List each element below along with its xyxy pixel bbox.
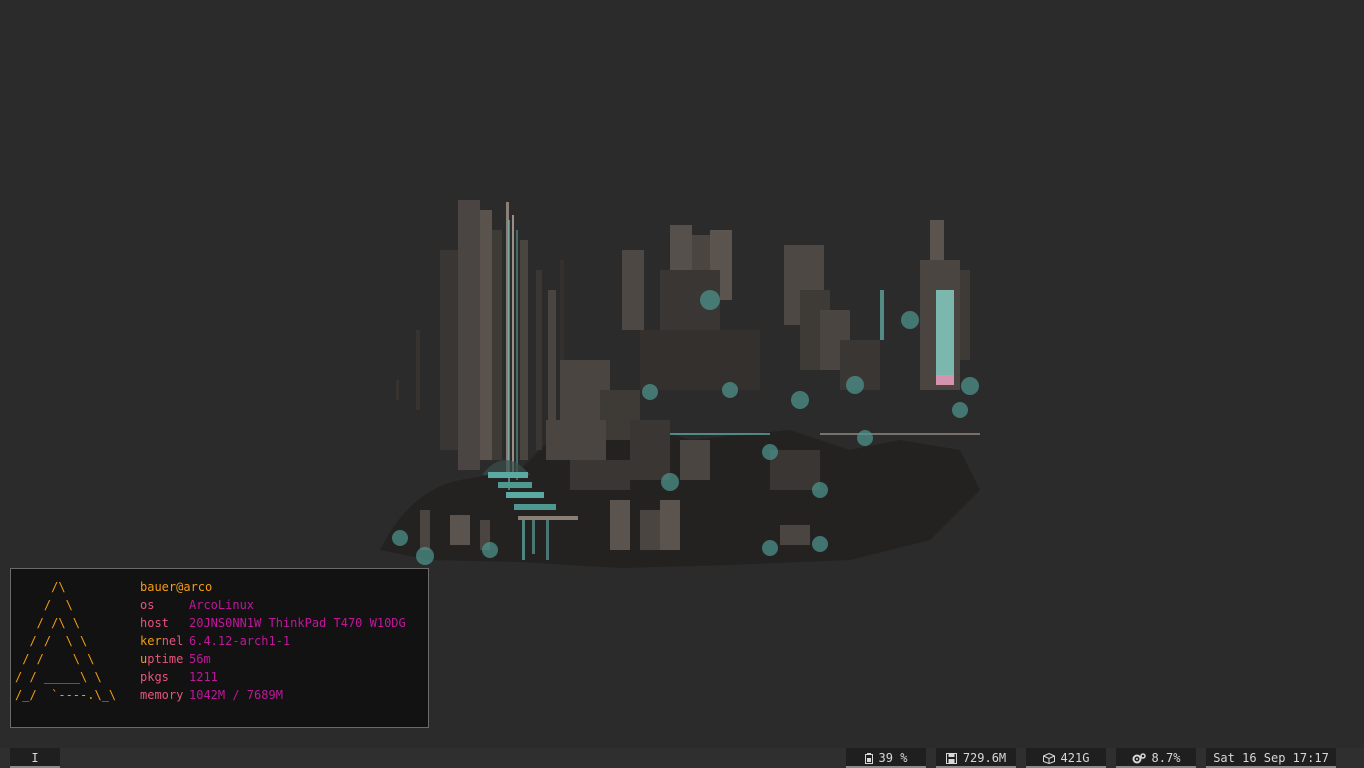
info-value: 56m: [189, 652, 211, 666]
gears-icon: [1132, 753, 1146, 764]
info-key: pkgs: [140, 670, 169, 684]
pixel-art-ruined-city-wallpaper: [380, 200, 980, 568]
info-key: kernel: [140, 632, 189, 650]
info-row-memory: memory 1042M / 7689M: [140, 686, 406, 704]
info-key: memory: [140, 688, 184, 702]
workspace-tag-1[interactable]: I: [10, 748, 60, 768]
desktop: /\ / \ / /\ \ / / \ \ / / \ \ / / _____\…: [0, 0, 1364, 768]
package-box-icon: [1042, 752, 1055, 765]
info-row-kernel: kernel 6.4.12-arch1-1: [140, 632, 406, 650]
info-row-uptime: uptime 56m: [140, 650, 406, 668]
disk-module[interactable]: 421G: [1026, 748, 1106, 768]
system-info: bauer@arco os ArcoLinux host 20JNS0NN1W Th…: [140, 578, 406, 704]
userhost-row: bauer@arco: [140, 578, 406, 596]
battery-value: 39 %: [878, 751, 908, 765]
info-key: uptime: [140, 650, 189, 668]
info-value: ArcoLinux: [189, 598, 255, 612]
info-row-pkgs: pkgs 1211: [140, 668, 406, 686]
info-value: 1042M / 7689M: [189, 688, 283, 702]
userhost: bauer@arco: [140, 580, 213, 594]
clock-value: Sat 16 Sep 17:17: [1213, 751, 1329, 765]
info-key-tail: nel: [161, 634, 184, 648]
info-value: 6.4.12-arch1-1: [189, 634, 291, 648]
info-key: host: [140, 616, 169, 630]
info-key-tail: ptime: [147, 652, 184, 666]
neofetch-terminal-window[interactable]: /\ / \ / /\ \ / / \ \ / / \ \ / / _____\…: [10, 568, 429, 728]
info-row-os: os ArcoLinux: [140, 596, 406, 614]
disk-value: 421G: [1060, 751, 1090, 765]
cpu-module[interactable]: 8.7%: [1116, 748, 1196, 768]
status-bar: I 39 % 729.6M 421G 8.7% Sat 16 Sep 17:17: [0, 748, 1364, 768]
battery-icon: [864, 753, 873, 764]
cpu-value: 8.7%: [1151, 751, 1181, 765]
memory-value: 729.6M: [962, 751, 1007, 765]
arcolinux-ascii-logo: /\ / \ / /\ \ / / \ \ / / \ \ / / _____\…: [15, 580, 117, 702]
info-value: 20JNS0NN1W ThinkPad T470 W10DG: [189, 616, 406, 630]
battery-module[interactable]: 39 %: [846, 748, 926, 768]
memory-module[interactable]: 729.6M: [936, 748, 1016, 768]
info-row-host: host 20JNS0NN1W ThinkPad T470 W10DG: [140, 614, 406, 632]
clock-module[interactable]: Sat 16 Sep 17:17: [1206, 748, 1336, 768]
info-key-head: ker: [140, 634, 162, 648]
save-disk-icon: [945, 753, 957, 764]
info-value: 1211: [189, 670, 218, 684]
info-key: os: [140, 598, 155, 612]
